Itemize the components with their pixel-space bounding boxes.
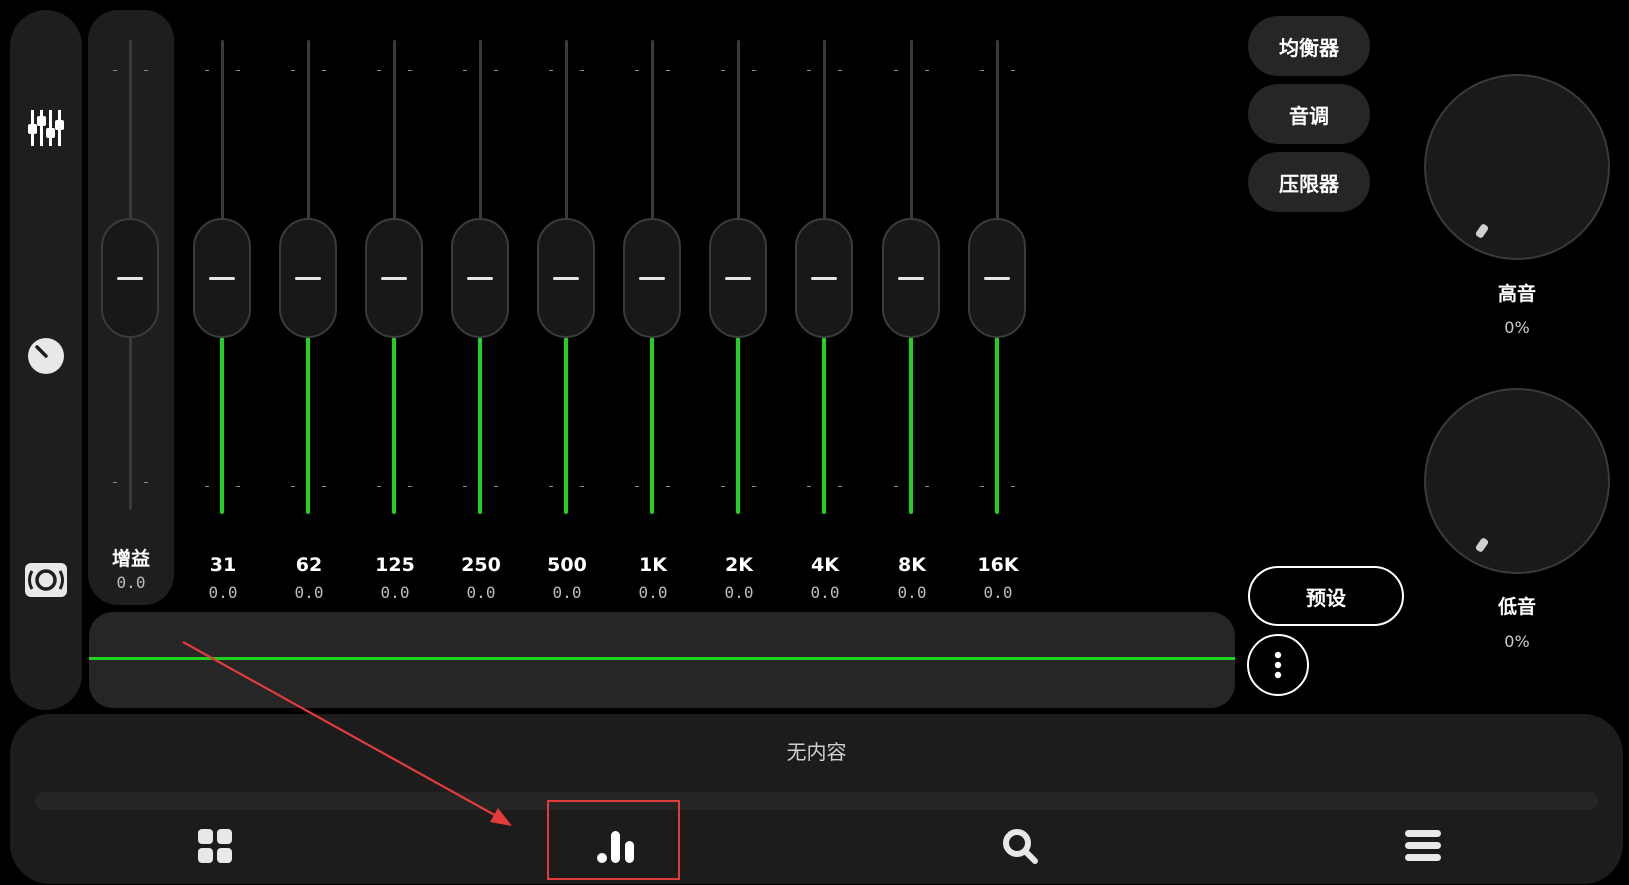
annotation-arrow	[182, 641, 512, 826]
